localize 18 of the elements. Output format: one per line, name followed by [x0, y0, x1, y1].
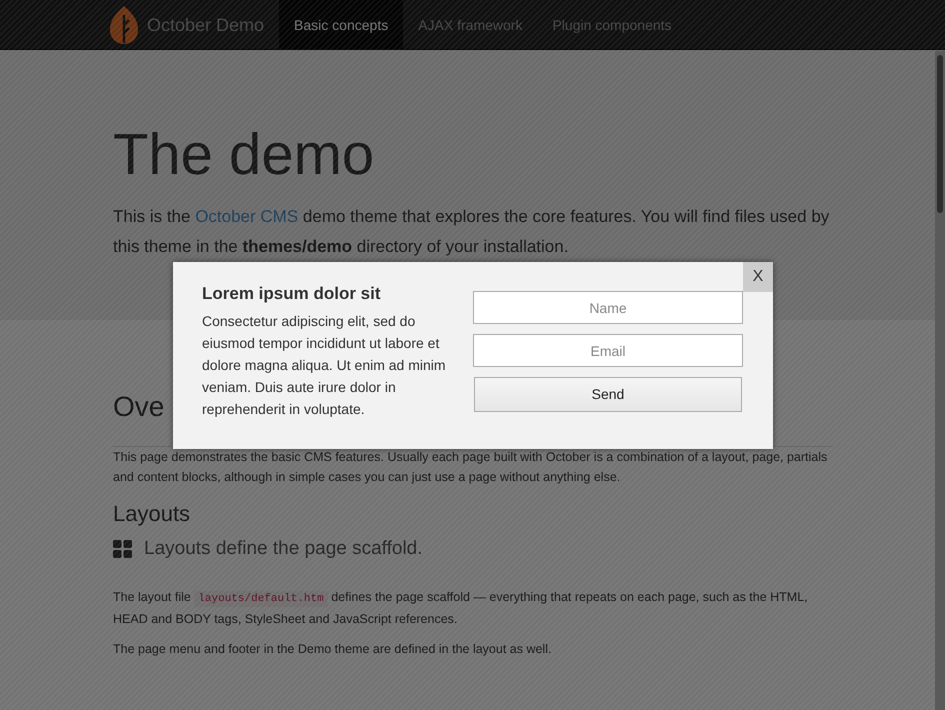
modal-title: Lorem ipsum dolor sit — [202, 284, 382, 304]
layout-paragraph: The layout file layouts/default.htm defines the page scaffold — everything that repeats on each page, such as the HTML, HEAD and BODY tags, StyleSheet and JavaScript references. — [113, 589, 809, 628]
leaf-logo-icon[interactable] — [109, 5, 139, 45]
section-title: Layouts — [113, 500, 192, 527]
send-button[interactable]: Send — [474, 377, 742, 412]
lead-paragraph: This is the October CMS demo theme that explores the core features. You will find files used by this theme in the themes/demo directory of your installation. — [113, 206, 830, 258]
page-title: The demo — [113, 121, 376, 189]
layout-paragraph: The page menu and footer in the Demo theme are defined in the layout as well. — [113, 641, 552, 658]
close-button[interactable]: X — [743, 262, 773, 292]
intro-paragraph: This page demonstrates the basic CMS features. Usually each page built with October is a combination of a layout, page, partials and content blocks, although in simple cases you can just use a page without anything else. — [113, 448, 828, 486]
section-subtitle: Layouts define the page scaffold. — [144, 536, 423, 561]
grid-icon — [113, 540, 132, 558]
input-field[interactable]: Email — [473, 334, 743, 367]
october-cms-link[interactable]: October CMS — [195, 206, 298, 226]
scrollbar[interactable] — [935, 51, 945, 710]
scrollbar-thumb[interactable] — [937, 55, 943, 213]
input-field[interactable]: Name — [473, 291, 743, 324]
nav-tab[interactable]: Basic concepts — [279, 0, 404, 50]
